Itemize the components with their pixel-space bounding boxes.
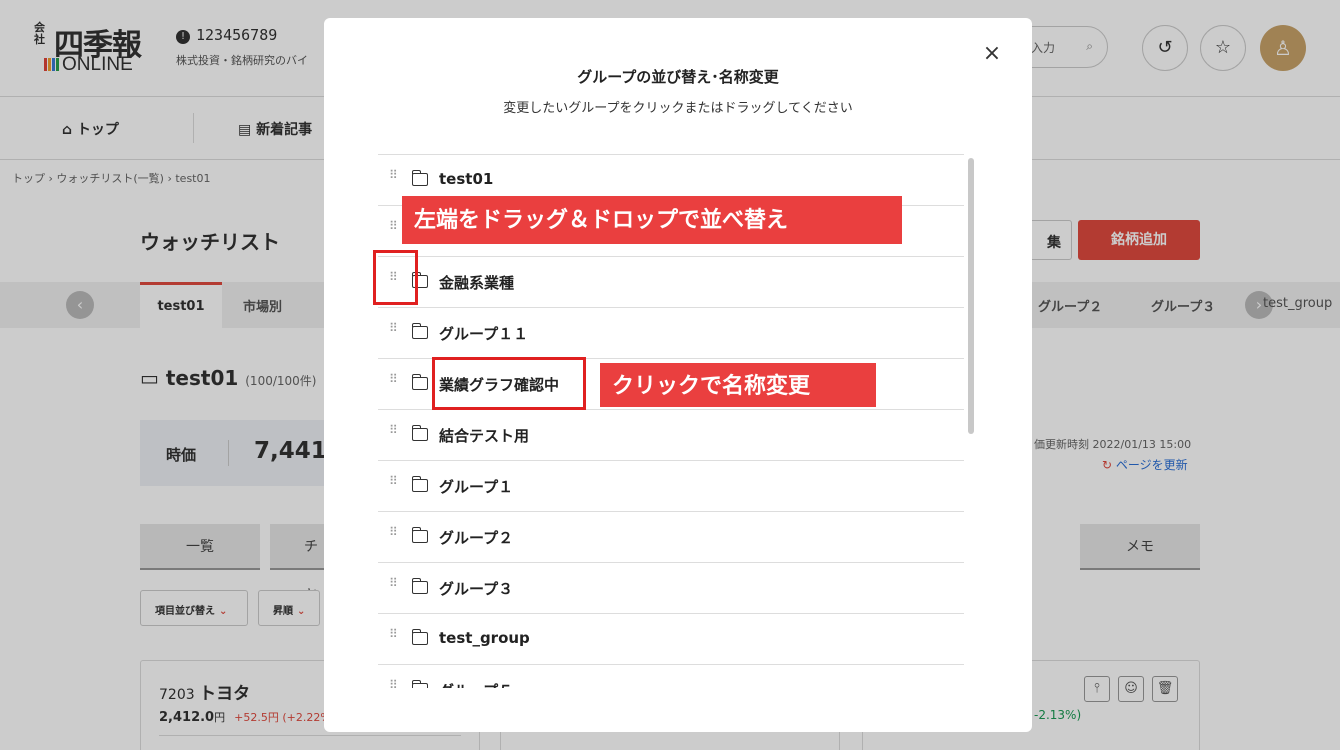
- drag-handle-icon[interactable]: ⠿: [389, 373, 399, 392]
- group-name[interactable]: グループ２: [439, 527, 513, 548]
- drag-handle-icon[interactable]: ⠿: [389, 577, 399, 596]
- drag-handle-icon[interactable]: ⠿: [389, 322, 399, 341]
- drag-handle-icon[interactable]: ⠿: [389, 526, 399, 545]
- folder-icon: [411, 374, 428, 390]
- scrollbar-thumb[interactable]: [968, 158, 974, 434]
- group-row[interactable]: ⠿ グループ１１: [378, 308, 964, 359]
- folder-icon: [411, 578, 428, 594]
- drag-handle-icon[interactable]: ⠿: [389, 169, 399, 188]
- group-name[interactable]: 結合テスト用: [439, 425, 529, 446]
- group-name[interactable]: test01: [439, 170, 493, 188]
- group-name[interactable]: グループ１: [439, 476, 513, 497]
- drag-handle-icon[interactable]: ⠿: [389, 475, 399, 494]
- folder-icon: [411, 629, 428, 645]
- group-name[interactable]: グループ５: [439, 680, 513, 688]
- folder-icon: [411, 476, 428, 492]
- scrollbar[interactable]: [964, 154, 978, 688]
- rename-hint-callout: クリックで名称変更: [600, 363, 876, 407]
- group-row[interactable]: ⠿ 結合テスト用: [378, 410, 964, 461]
- dialog-subtitle: 変更したいグループをクリックまたはドラッグしてください: [503, 101, 853, 116]
- group-row[interactable]: ⠿ グループ３: [378, 563, 964, 614]
- drag-handle-icon[interactable]: ⠿: [389, 679, 399, 688]
- group-row[interactable]: ⠿ 金融系業種: [378, 257, 964, 308]
- drag-handle-highlight: [373, 250, 418, 305]
- group-row[interactable]: ⠿ グループ１: [378, 461, 964, 512]
- group-name[interactable]: グループ１１: [439, 323, 528, 344]
- group-row[interactable]: ⠿ グループ２: [378, 512, 964, 563]
- reorder-rename-dialog: × グループの並び替え･名称変更 変更したいグループをクリックまたはドラッグして…: [324, 18, 1032, 732]
- group-name[interactable]: 金融系業種: [439, 272, 514, 293]
- group-row[interactable]: ⠿ test_group: [378, 614, 964, 665]
- drag-handle-icon[interactable]: ⠿: [389, 220, 399, 239]
- group-name[interactable]: グループ３: [439, 578, 513, 599]
- group-row[interactable]: ⠿ グループ５: [378, 665, 964, 688]
- group-name[interactable]: test_group: [439, 629, 530, 647]
- drag-hint-callout: 左端をドラッグ＆ドロップで並べ替え: [402, 196, 902, 244]
- folder-icon: [411, 425, 428, 441]
- drag-handle-icon[interactable]: ⠿: [389, 424, 399, 443]
- folder-icon: [411, 323, 428, 339]
- folder-icon: [411, 527, 428, 543]
- dialog-title: グループの並び替え･名称変更: [577, 68, 779, 86]
- close-icon[interactable]: ×: [980, 42, 1004, 66]
- rename-highlight: [432, 357, 586, 410]
- folder-icon: [411, 680, 428, 688]
- folder-icon: [411, 170, 428, 186]
- drag-handle-icon[interactable]: ⠿: [389, 628, 399, 647]
